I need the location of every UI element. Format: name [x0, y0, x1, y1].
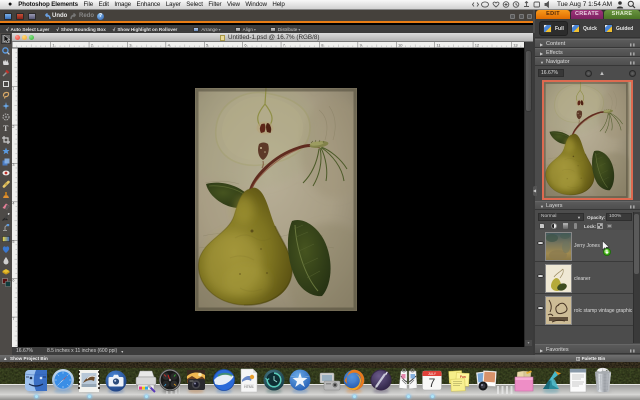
svg-text:10: 10 — [398, 43, 403, 48]
svg-text:HTML: HTML — [244, 385, 254, 389]
svg-text:12: 12 — [475, 43, 480, 48]
svg-text:Fun: Fun — [460, 375, 466, 379]
svg-text:13: 13 — [513, 43, 518, 48]
svg-text:7: 7 — [429, 376, 436, 390]
